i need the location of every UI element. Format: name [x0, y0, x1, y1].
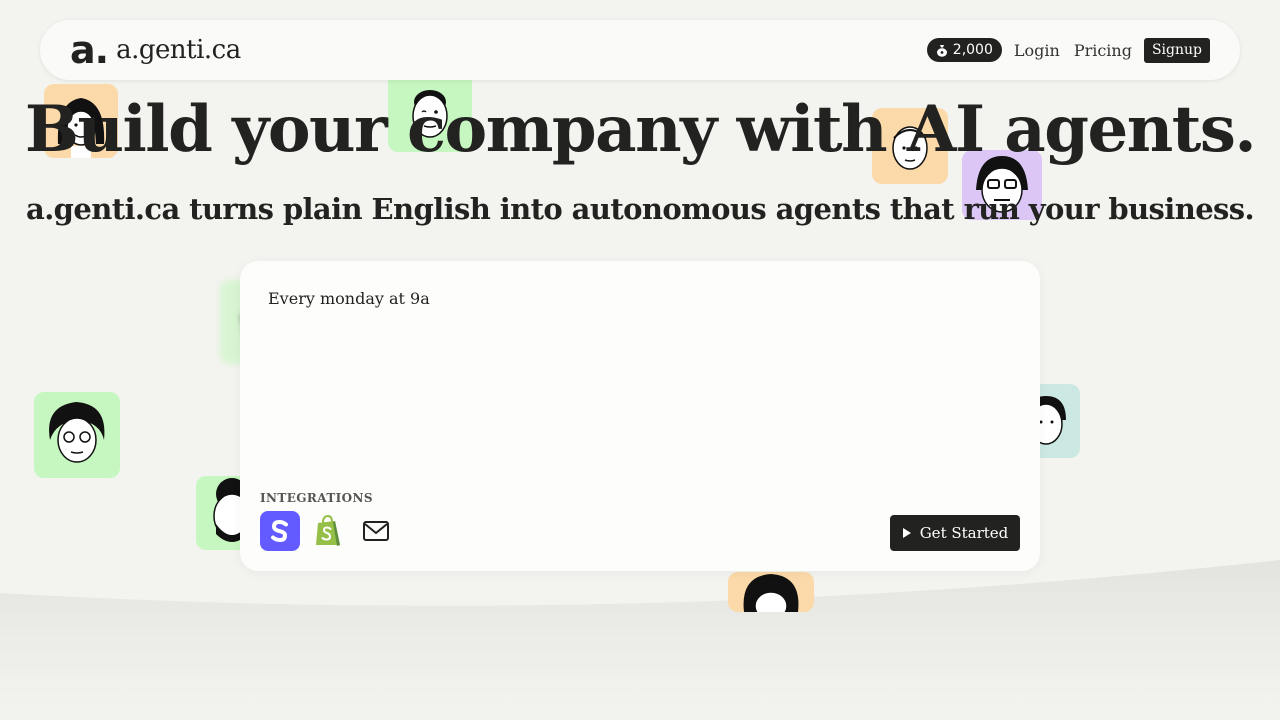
money-bag-icon [936, 44, 947, 57]
nav: 2,000 Login Pricing Signup [926, 37, 1210, 63]
avatar-tile-7 [34, 392, 120, 478]
prompt-card: INTEGRATIONS Get Started [240, 261, 1040, 571]
pricing-link[interactable]: Pricing [1072, 41, 1134, 60]
get-started-button[interactable]: Get Started [890, 515, 1020, 551]
play-icon [902, 528, 911, 538]
stripe-icon[interactable] [260, 511, 300, 551]
brand-name: a.genti.ca [116, 35, 241, 65]
login-link[interactable]: Login [1012, 41, 1062, 60]
mail-icon[interactable] [356, 511, 396, 551]
brand[interactable]: a. a.genti.ca [70, 31, 241, 69]
get-started-label: Get Started [919, 524, 1009, 542]
avatar-tile-10 [728, 572, 814, 612]
integrations-list [260, 511, 396, 551]
integrations-label: INTEGRATIONS [260, 491, 373, 505]
prompt-input[interactable] [268, 289, 1008, 469]
credits-count: 2,000 [952, 42, 993, 58]
credits-badge[interactable]: 2,000 [926, 38, 1002, 62]
bottom-curve [0, 560, 1280, 720]
hero-headline: Build your company with AI agents. [24, 92, 1257, 167]
signup-button[interactable]: Signup [1143, 37, 1210, 63]
avatar-face-icon [34, 392, 120, 478]
shopify-icon[interactable] [308, 511, 348, 551]
top-navbar: a. a.genti.ca 2,000 Login Pricing Signup [40, 20, 1240, 80]
hero-subline: a.genti.ca turns plain English into auto… [26, 192, 1255, 226]
logo-mark: a. [70, 28, 109, 72]
avatar-face-icon [728, 572, 814, 612]
